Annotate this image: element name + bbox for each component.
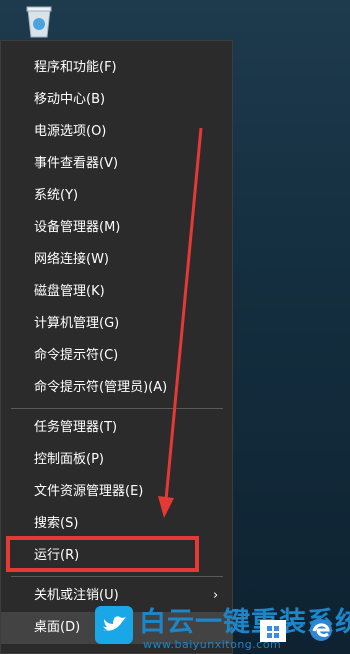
red-arrow-annotation [158,127,203,518]
edge-browser-icon [310,619,332,641]
windows-store-icon [260,620,286,642]
bird-logo-icon [95,606,133,644]
